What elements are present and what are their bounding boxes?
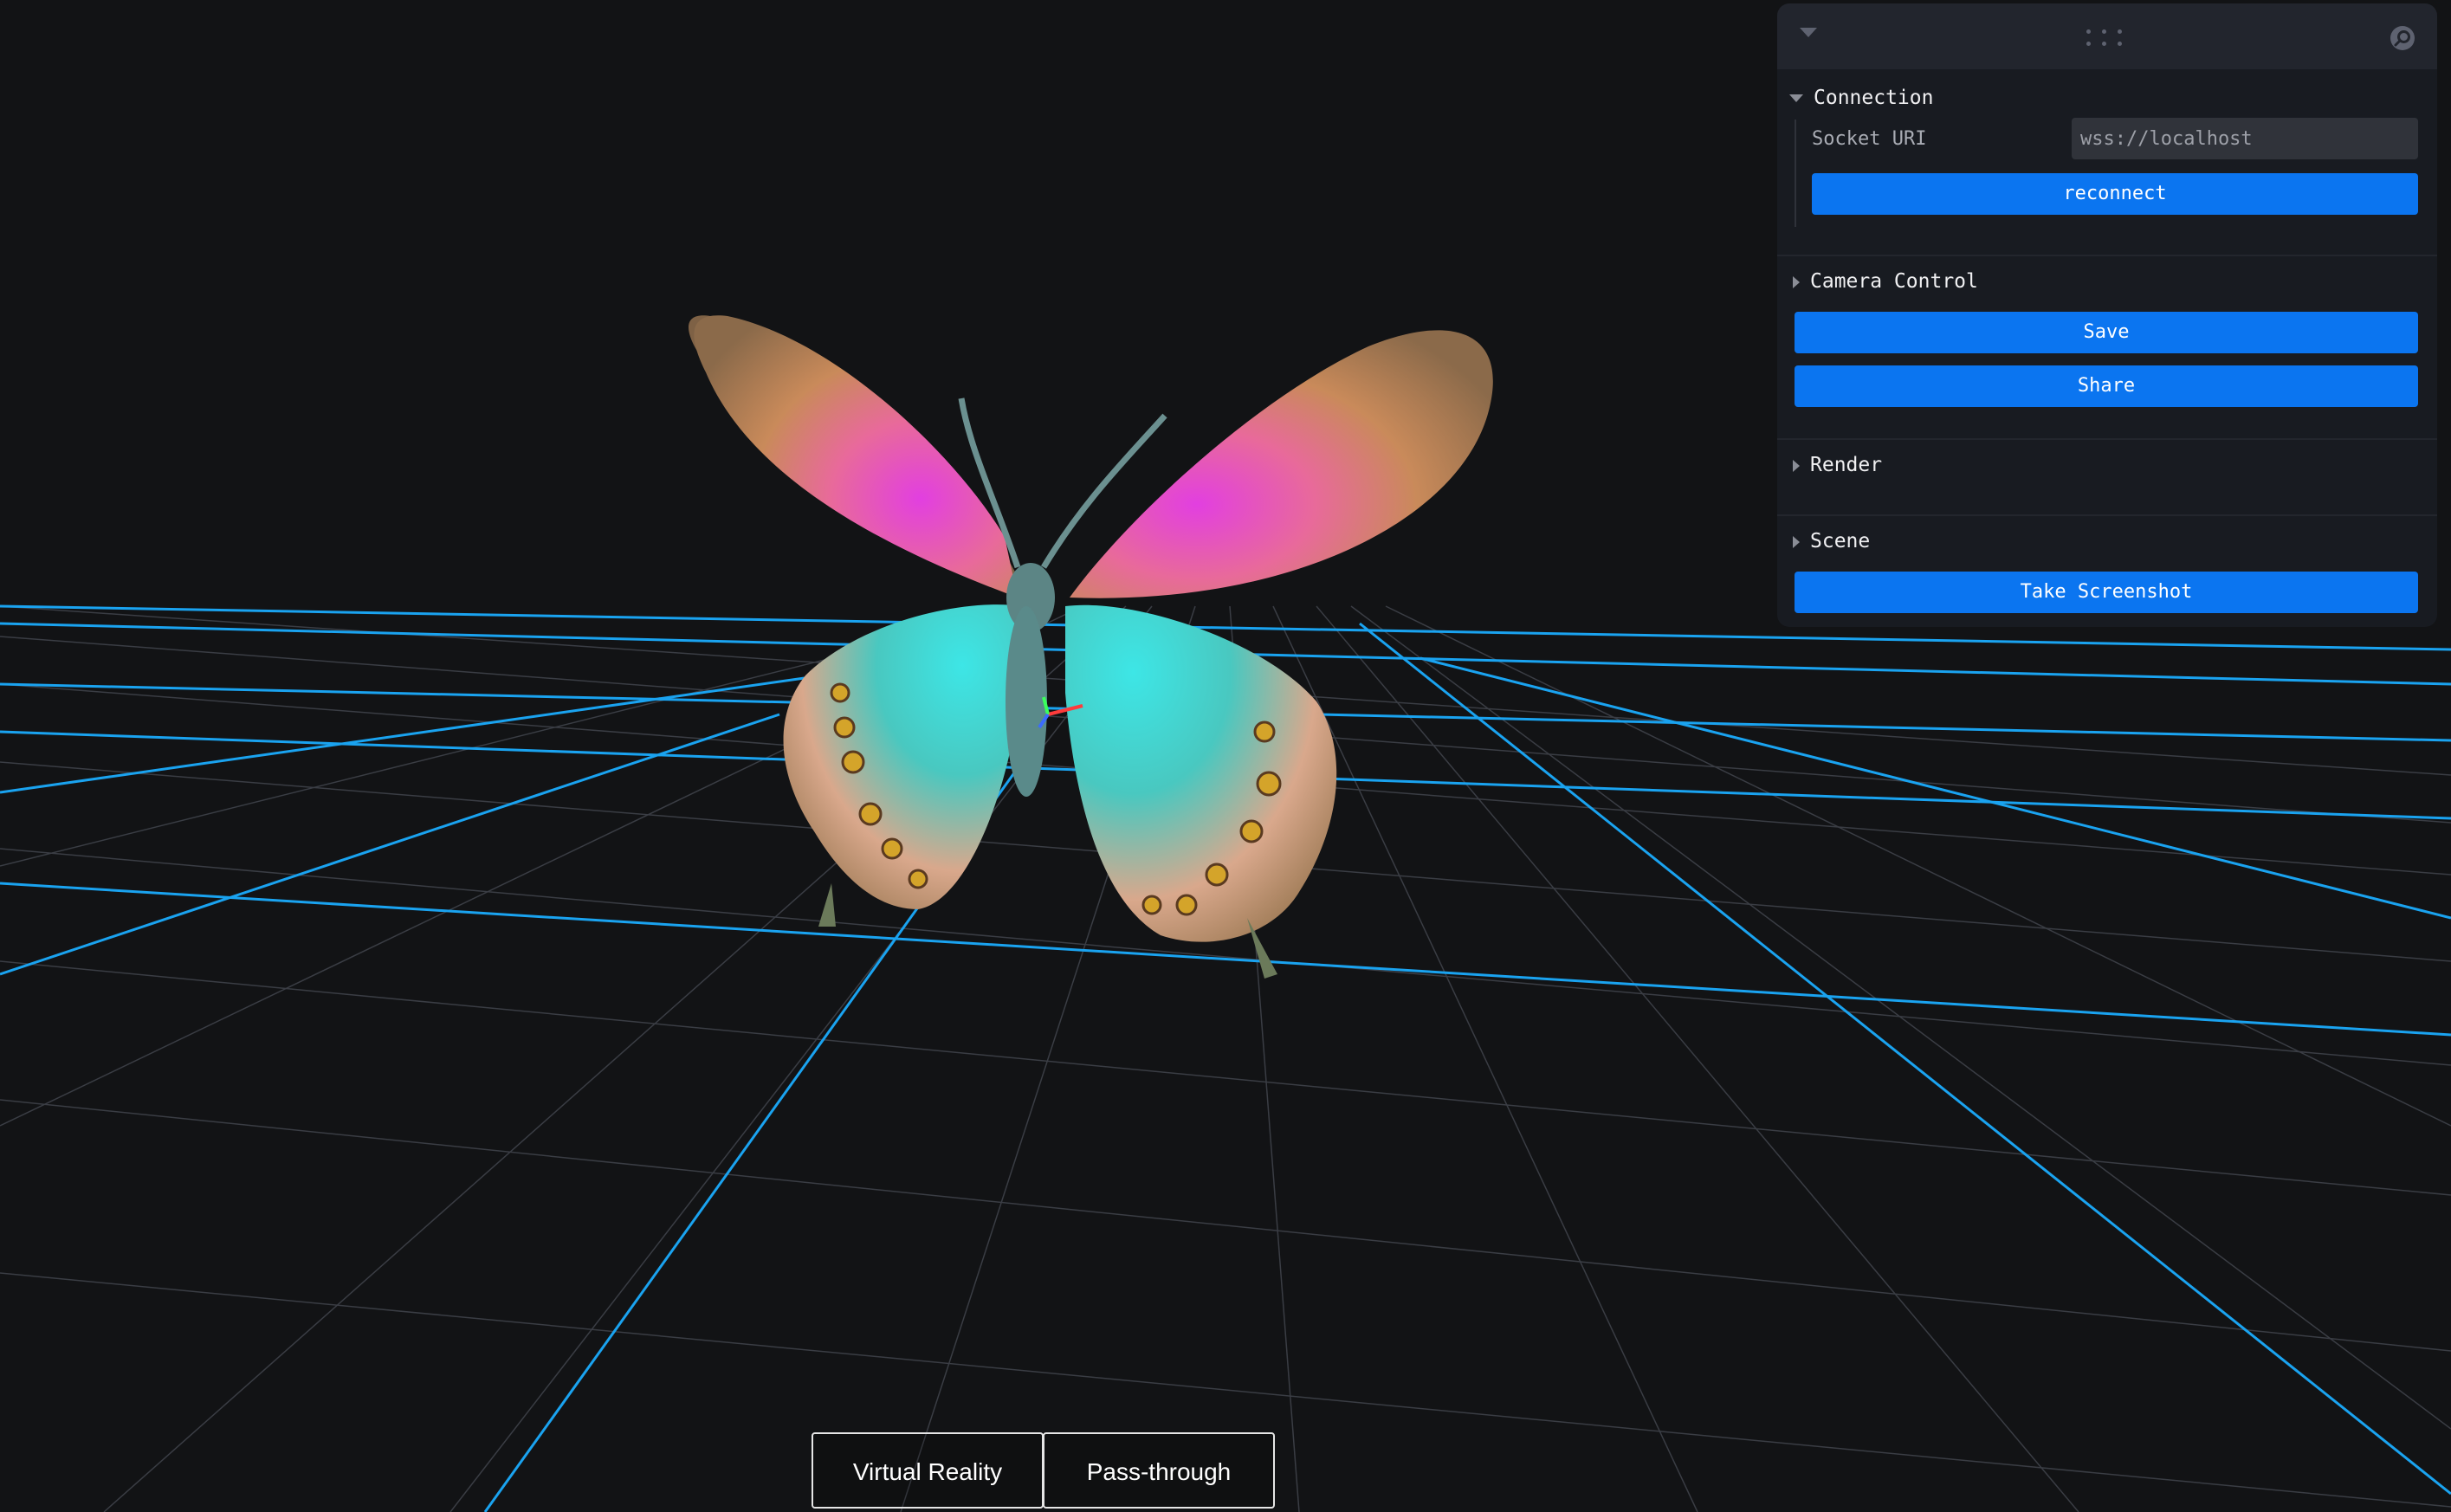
- socket-uri-label: Socket URI: [1812, 128, 1927, 150]
- chevron-right-icon: [1793, 275, 1800, 288]
- folder-render-title: Render: [1810, 454, 1883, 476]
- take-screenshot-button[interactable]: Take Screenshot: [1795, 572, 2418, 613]
- folder-camera-control-title: Camera Control: [1810, 270, 1978, 293]
- search-icon[interactable]: [2389, 24, 2416, 52]
- chevron-down-icon[interactable]: [1800, 28, 1817, 37]
- divider: [1777, 438, 2437, 440]
- folder-scene-title: Scene: [1810, 530, 1871, 552]
- butterfly-model[interactable]: [689, 315, 1493, 979]
- pass-through-button[interactable]: Pass-through: [1043, 1432, 1275, 1509]
- virtual-reality-button[interactable]: Virtual Reality: [812, 1432, 1044, 1509]
- drag-handle-icon[interactable]: [2086, 29, 2123, 47]
- folder-connection[interactable]: Connection: [1789, 85, 1933, 111]
- save-button[interactable]: Save: [1795, 312, 2418, 353]
- folder-render[interactable]: Render: [1789, 452, 1882, 478]
- folder-connection-title: Connection: [1814, 87, 1934, 109]
- folder-scene[interactable]: Scene: [1789, 528, 1870, 554]
- socket-uri-input[interactable]: [2072, 118, 2418, 159]
- chevron-down-icon: [1789, 94, 1803, 102]
- folder-indent-line: [1795, 120, 1796, 227]
- chevron-right-icon: [1793, 535, 1800, 548]
- chevron-right-icon: [1793, 459, 1800, 472]
- divider: [1777, 255, 2437, 256]
- control-panel: Connection Socket URI reconnect Camera C…: [1777, 3, 2437, 627]
- reconnect-button[interactable]: reconnect: [1812, 173, 2418, 215]
- folder-camera-control[interactable]: Camera Control: [1789, 268, 1978, 294]
- share-button[interactable]: Share: [1795, 365, 2418, 407]
- divider: [1777, 514, 2437, 516]
- panel-header: [1777, 3, 2437, 69]
